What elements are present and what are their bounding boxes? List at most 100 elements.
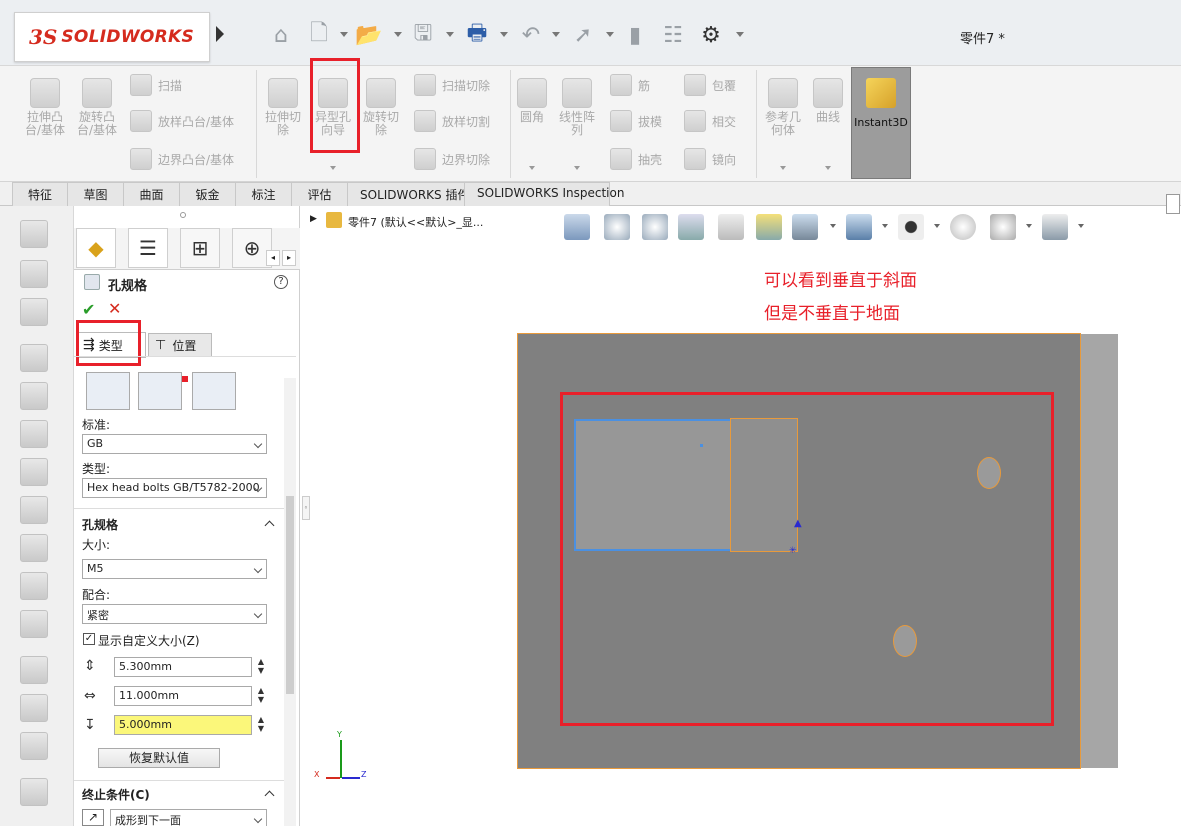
task-pane-toggle-icon[interactable] [1166, 194, 1180, 214]
end-condition-select[interactable]: 成形到下一面 [110, 809, 267, 826]
check-icon[interactable]: ✔ [82, 300, 95, 319]
property-manager-tab-icon[interactable]: ☰ [128, 228, 168, 268]
countersink-type-icon[interactable] [138, 372, 182, 410]
new-document-icon[interactable]: 🗋 [304, 20, 334, 50]
save-dropdown-icon[interactable] [446, 32, 454, 37]
new-dropdown-icon[interactable] [340, 32, 348, 37]
section-view-icon[interactable] [718, 214, 744, 240]
tab-surfaces[interactable]: 曲面 [123, 182, 180, 206]
select-dropdown-icon[interactable] [606, 32, 614, 37]
toolbar-icon-11[interactable] [20, 610, 48, 638]
toolbar-icon-2[interactable] [20, 260, 48, 288]
tab-sheet-metal[interactable]: 钣金 [179, 182, 236, 206]
lofted-cut-button[interactable]: 放样切割 [414, 110, 490, 132]
hide-show-items-icon[interactable] [898, 214, 924, 240]
ref-geometry-dropdown-icon[interactable] [780, 166, 786, 170]
toolbar-icon-15[interactable] [20, 778, 48, 806]
fillet-dropdown-icon[interactable] [529, 166, 535, 170]
toolbar-icon-9[interactable] [20, 534, 48, 562]
reverse-direction-icon[interactable]: ↗ [82, 809, 104, 826]
edit-appearance-icon[interactable] [950, 214, 976, 240]
tab-solidworks-inspection[interactable]: SOLIDWORKS Inspection [464, 182, 624, 206]
pattern-dropdown-icon[interactable] [574, 166, 580, 170]
toolbar-icon-6[interactable] [20, 420, 48, 448]
extruded-cut-button[interactable]: 拉伸切 除 [260, 78, 306, 137]
solidworks-logo[interactable]: 3S SOLIDWORKS [14, 12, 210, 62]
toolbar-icon-1[interactable] [20, 220, 48, 248]
toolbar-icon-8[interactable] [20, 496, 48, 524]
panel-collapse-icon[interactable]: ◦ [302, 496, 310, 520]
standard-select[interactable]: GB [82, 434, 267, 454]
through-diameter-input[interactable]: 5.300mm [114, 657, 252, 677]
spin-icon[interactable]: ▲ ▼ [256, 657, 266, 677]
tab-sketch[interactable]: 草图 [67, 182, 124, 206]
display-style-icon[interactable] [846, 214, 872, 240]
zoom-to-fit-icon[interactable] [604, 214, 630, 240]
instant3d-button[interactable]: Instant3D [851, 67, 911, 179]
mirror-button[interactable]: 镜向 [684, 148, 736, 170]
reference-geometry-button[interactable]: 参考几 何体 [760, 78, 806, 137]
toolbar-icon-7[interactable] [20, 458, 48, 486]
rib-button[interactable]: 筋 [610, 74, 650, 96]
swept-boss-button[interactable]: 扫描 [130, 74, 182, 96]
swept-cut-button[interactable]: 扫描切除 [414, 74, 490, 96]
lofted-boss-button[interactable]: 放样凸台/基体 [130, 110, 234, 132]
boundary-boss-button[interactable]: 边界凸台/基体 [130, 148, 234, 170]
feature-tree-item[interactable]: 零件7 (默认<<默认>_显... [348, 214, 483, 230]
boundary-cut-button[interactable]: 边界切除 [414, 148, 490, 170]
wrap-button[interactable]: 包覆 [684, 74, 736, 96]
close-icon[interactable]: ✕ [108, 299, 121, 318]
type-select[interactable]: Hex head bolts GB/T5782-2000 [82, 478, 267, 498]
print-dropdown-icon[interactable] [500, 32, 508, 37]
cbore-depth-input[interactable]: 5.000mm [114, 715, 252, 735]
draft-button[interactable]: 拔模 [610, 110, 662, 132]
spin-icon[interactable]: ▲ ▼ [256, 686, 266, 706]
show-custom-size-checkbox[interactable]: ✓ [83, 633, 95, 645]
print-icon[interactable]: 🖶 [462, 20, 492, 50]
intersect-button[interactable]: 相交 [684, 110, 736, 132]
tab-scroll-left-icon[interactable]: ◂ [266, 250, 280, 266]
hole-spec-section-title[interactable]: 孔规格 [82, 516, 118, 533]
open-dropdown-icon[interactable] [394, 32, 402, 37]
toolbar-icon-4[interactable] [20, 344, 48, 372]
toolbar-icon-14[interactable] [20, 732, 48, 760]
panel-grip-icon[interactable] [180, 212, 186, 218]
pm-scrollbar[interactable] [284, 378, 296, 826]
tab-scroll-right-icon[interactable]: ▸ [282, 250, 296, 266]
configuration-manager-tab-icon[interactable]: ⊞ [180, 228, 220, 268]
home-icon[interactable]: ⌂ [266, 20, 296, 50]
apply-scene-icon[interactable] [990, 214, 1016, 240]
counterbore-type-icon[interactable] [86, 372, 130, 410]
revolved-boss-button[interactable]: 旋转凸 台/基体 [72, 78, 122, 137]
select-icon[interactable]: ➚ [568, 20, 598, 50]
tab-solidworks-addins[interactable]: SOLIDWORKS 插件 [347, 182, 469, 206]
tab-features[interactable]: 特征 [12, 182, 68, 206]
expand-menu-icon[interactable] [216, 26, 224, 42]
undo-dropdown-icon[interactable] [552, 32, 560, 37]
linear-pattern-button[interactable]: 线性阵 列 [554, 78, 600, 137]
tree-expand-icon[interactable]: ▶ [310, 214, 317, 224]
tab-evaluate[interactable]: 评估 [291, 182, 348, 206]
straight-hole-type-icon[interactable] [192, 372, 236, 410]
toolbar-icon-5[interactable] [20, 382, 48, 410]
toolbar-icon-12[interactable] [20, 656, 48, 684]
collapse-chevron-icon[interactable] [264, 790, 275, 801]
view-settings-icon[interactable] [1042, 214, 1068, 240]
file-properties-icon[interactable]: ☷ [658, 20, 688, 50]
spin-icon[interactable]: ▲ ▼ [256, 715, 266, 735]
end-condition-section-title[interactable]: 终止条件(C) [82, 786, 150, 803]
revolved-cut-button[interactable]: 旋转切 除 [358, 78, 404, 137]
toolbar-icon-3[interactable] [20, 298, 48, 326]
feature-manager-tab-icon[interactable]: ◆ [76, 228, 116, 268]
extruded-boss-button[interactable]: 拉伸凸 台/基体 [20, 78, 70, 137]
pm-scroll-thumb[interactable] [286, 496, 294, 694]
fit-select[interactable]: 紧密 [82, 604, 267, 624]
options-dropdown-icon[interactable] [736, 32, 744, 37]
toolbar-icon-10[interactable] [20, 572, 48, 600]
restore-defaults-button[interactable]: 恢复默认值 [98, 748, 220, 768]
cbore-diameter-input[interactable]: 11.000mm [114, 686, 252, 706]
tab-markup[interactable]: 标注 [235, 182, 292, 206]
options-icon[interactable]: ⚙ [696, 20, 726, 50]
hole-wizard-dropdown-icon[interactable] [330, 166, 336, 170]
size-select[interactable]: M5 [82, 559, 267, 579]
